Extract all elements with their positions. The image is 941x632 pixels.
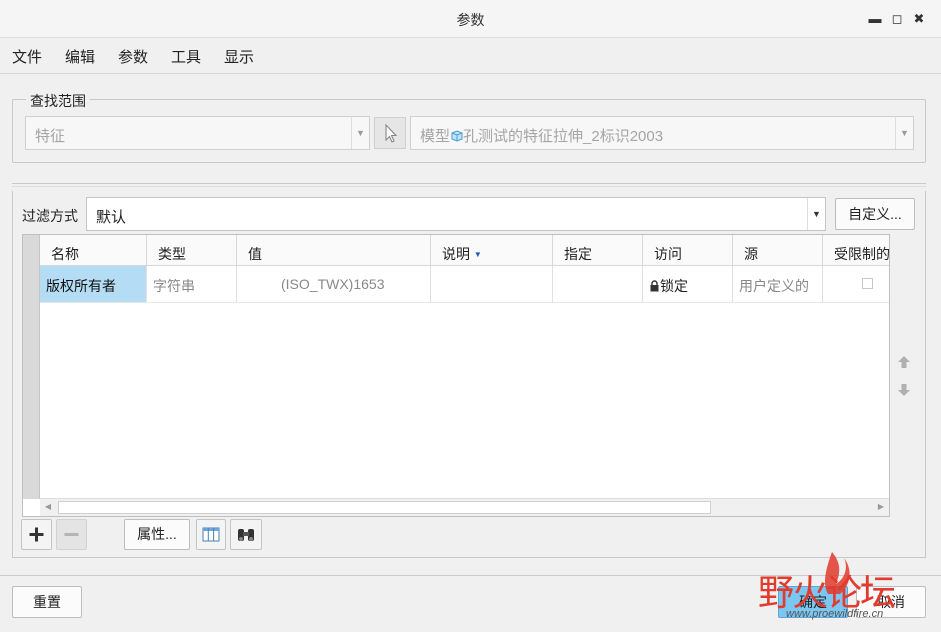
part-cube-icon bbox=[451, 130, 463, 142]
scrollbar-thumb[interactable] bbox=[58, 501, 711, 514]
cell-description[interactable] bbox=[431, 266, 553, 303]
cell-type[interactable]: 字符串 bbox=[147, 266, 237, 303]
horizontal-scrollbar[interactable]: ◀ ▶ bbox=[40, 498, 889, 516]
menu-edit[interactable]: 编辑 bbox=[65, 46, 95, 67]
minimize-icon[interactable]: ▬ bbox=[866, 10, 884, 28]
column-label: 值 bbox=[248, 246, 262, 262]
customize-button[interactable]: 自定义... bbox=[835, 198, 915, 230]
add-parameter-button[interactable] bbox=[21, 519, 52, 550]
model-value: 孔测试的特征拉伸_2标识2003 bbox=[463, 128, 664, 145]
model-prefix: 模型 bbox=[420, 128, 451, 145]
remove-parameter-button[interactable] bbox=[56, 519, 87, 550]
column-header-designate[interactable]: 指定 bbox=[553, 235, 643, 266]
filter-label: 过滤方式 bbox=[22, 208, 78, 224]
column-label: 访问 bbox=[654, 246, 682, 262]
window-title: 参数 bbox=[456, 12, 485, 28]
scope-type-dropdown[interactable]: 特征 ▼ bbox=[25, 116, 370, 150]
parameters-table: 名称 类型 值 说明 ▼ 指定 访问 源 受限制的 版权所有者 字符串 (ISO… bbox=[22, 234, 890, 517]
table-columns-button[interactable] bbox=[196, 519, 226, 550]
move-down-icon[interactable] bbox=[896, 382, 912, 398]
column-header-access[interactable]: 访问 bbox=[643, 235, 733, 266]
cell-restricted[interactable] bbox=[823, 266, 889, 303]
search-scope-legend: 查找范围 bbox=[26, 91, 90, 111]
cursor-arrow-icon bbox=[385, 123, 398, 143]
column-header-restricted[interactable]: 受限制的 bbox=[823, 235, 890, 266]
column-label: 类型 bbox=[158, 246, 186, 262]
scroll-right-icon[interactable]: ▶ bbox=[875, 502, 887, 511]
lock-icon bbox=[650, 280, 659, 292]
column-header-description[interactable]: 说明 ▼ bbox=[431, 235, 553, 266]
cell-designate[interactable] bbox=[553, 266, 643, 303]
cell-name[interactable]: 版权所有者 bbox=[40, 266, 147, 303]
model-dropdown[interactable]: 模型 孔测试的特征拉伸_2标识2003 ▼ bbox=[410, 116, 914, 150]
cell-access[interactable]: 锁定 bbox=[643, 266, 733, 303]
menu-bar: 文件 编辑 参数 工具 显示 bbox=[0, 38, 941, 74]
cell-value[interactable]: (ISO_TWX)1653 bbox=[237, 266, 431, 303]
column-label: 受限制的 bbox=[834, 246, 890, 262]
menu-file[interactable]: 文件 bbox=[12, 46, 42, 67]
menu-tools[interactable]: 工具 bbox=[171, 46, 201, 67]
column-header-type[interactable]: 类型 bbox=[147, 235, 237, 266]
chevron-down-icon: ▼ bbox=[895, 117, 913, 149]
binoculars-icon bbox=[238, 529, 254, 541]
scroll-left-icon[interactable]: ◀ bbox=[42, 502, 54, 511]
table-columns-icon bbox=[202, 527, 220, 542]
row-header-column bbox=[23, 235, 40, 499]
menu-display[interactable]: 显示 bbox=[224, 46, 254, 67]
column-header-source[interactable]: 源 bbox=[733, 235, 823, 266]
column-label: 源 bbox=[744, 246, 758, 262]
filter-dropdown[interactable]: 默认 ▼ bbox=[86, 197, 826, 231]
chevron-down-icon: ▼ bbox=[351, 117, 369, 149]
select-item-button[interactable] bbox=[374, 117, 406, 149]
reset-button[interactable]: 重置 bbox=[12, 586, 82, 618]
column-label: 名称 bbox=[51, 246, 79, 262]
chevron-down-icon: ▼ bbox=[807, 198, 825, 230]
close-icon[interactable]: ✖ bbox=[910, 10, 928, 28]
scope-type-value: 特征 bbox=[35, 128, 66, 145]
filter-value: 默认 bbox=[96, 209, 127, 226]
find-button[interactable] bbox=[230, 519, 262, 550]
minus-icon bbox=[64, 533, 79, 536]
divider bbox=[12, 186, 926, 187]
move-up-icon[interactable] bbox=[896, 354, 912, 370]
divider bbox=[12, 183, 926, 184]
cell-source[interactable]: 用户定义的 bbox=[733, 266, 823, 303]
column-header-value[interactable]: 值 bbox=[237, 235, 431, 266]
restricted-checkbox[interactable] bbox=[862, 278, 873, 289]
sort-down-icon: ▼ bbox=[473, 250, 482, 259]
menu-parameters[interactable]: 参数 bbox=[118, 46, 148, 67]
watermark-logo: 野火论坛 www.proewildfire.cn bbox=[756, 544, 936, 632]
title-bar: 参数 ▬ ◻ ✖ bbox=[0, 0, 941, 38]
column-header-name[interactable]: 名称 bbox=[40, 235, 147, 266]
properties-button[interactable]: 属性... bbox=[124, 519, 190, 550]
column-label: 指定 bbox=[564, 246, 592, 262]
model-text: 模型 孔测试的特征拉伸_2标识2003 bbox=[420, 125, 663, 146]
access-value: 锁定 bbox=[660, 278, 688, 294]
watermark-url: www.proewildfire.cn bbox=[786, 608, 884, 620]
column-label: 说明 bbox=[442, 246, 470, 262]
maximize-icon[interactable]: ◻ bbox=[888, 10, 906, 28]
plus-icon bbox=[29, 527, 44, 542]
